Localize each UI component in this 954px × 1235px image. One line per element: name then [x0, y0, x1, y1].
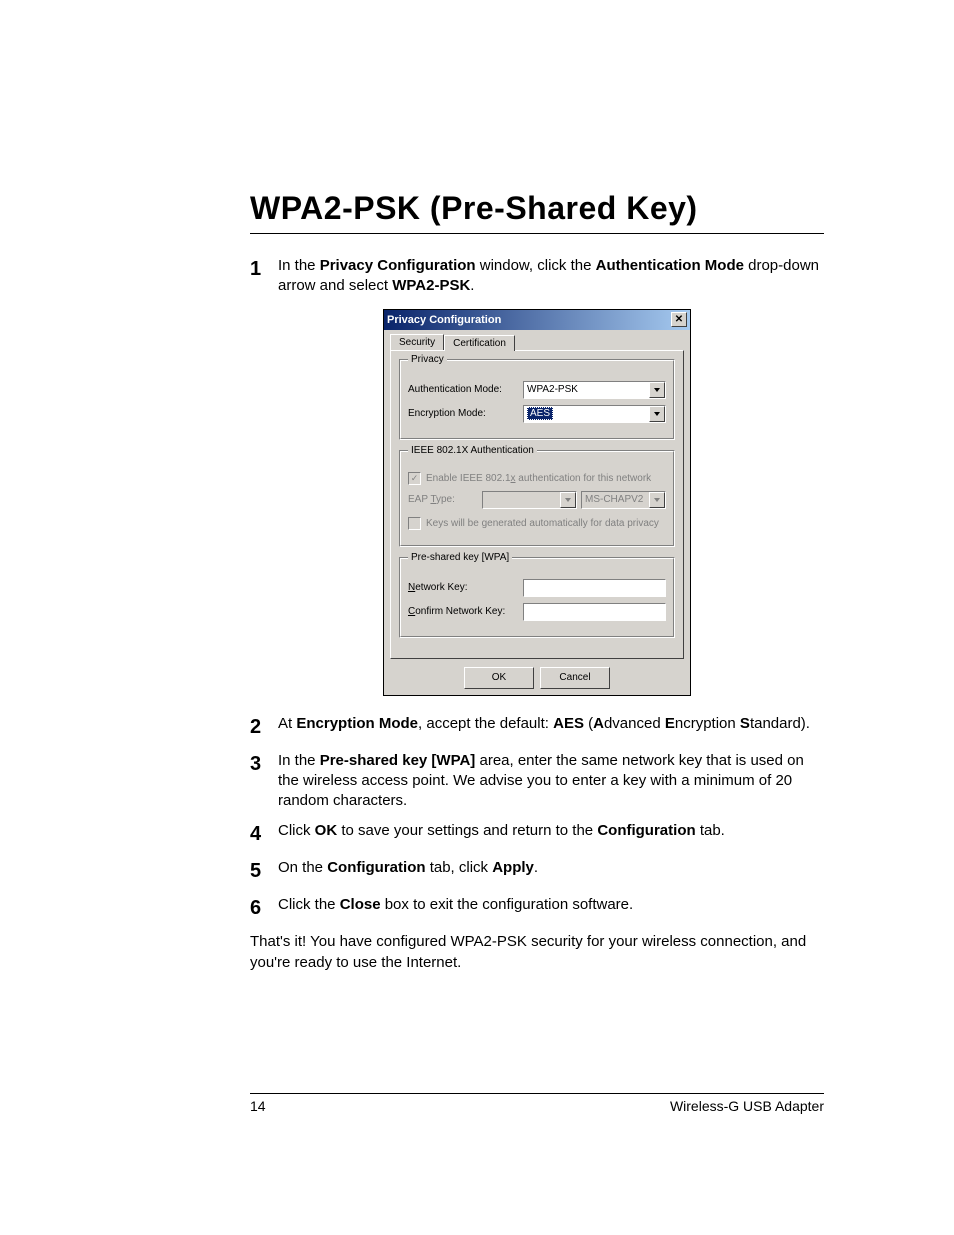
step-3: 3 In the Pre-shared key [WPA] area, ente… [250, 751, 824, 812]
group-psk: Pre-shared key [WPA] Network Key: Confir… [399, 557, 675, 638]
group-ieee: IEEE 802.1X Authentication ✓ Enable IEEE… [399, 450, 675, 547]
chevron-down-icon [560, 492, 576, 508]
chevron-down-icon [649, 492, 665, 508]
confirm-network-key-label: Confirm Network Key: [408, 606, 523, 617]
enable-8021x-label: Enable IEEE 802.1x authentication for th… [426, 473, 651, 484]
product-name: Wireless-G USB Adapter [670, 1098, 824, 1114]
step-6: 6 Click the Close box to exit the config… [250, 895, 824, 922]
chevron-down-icon[interactable] [649, 382, 665, 398]
dialog-title: Privacy Configuration [387, 314, 501, 326]
step-2: 2 At Encryption Mode, accept the default… [250, 714, 824, 741]
eap-subtype-dropdown: MS-CHAPV2 [581, 491, 666, 509]
cancel-button[interactable]: Cancel [540, 667, 610, 689]
autokey-checkbox [408, 517, 421, 530]
encryption-mode-label: Encryption Mode: [408, 408, 523, 419]
close-icon[interactable]: ✕ [671, 312, 687, 327]
tab-security[interactable]: Security [390, 334, 444, 350]
closing-text: That's it! You have configured WPA2-PSK … [250, 932, 824, 973]
chevron-down-icon[interactable] [649, 406, 665, 422]
confirm-network-key-input[interactable] [523, 603, 666, 621]
encryption-mode-dropdown[interactable]: AES [523, 405, 666, 423]
page-footer: 14 Wireless-G USB Adapter [250, 1093, 824, 1114]
autokey-label: Keys will be generated automatically for… [426, 518, 659, 529]
enable-8021x-checkbox: ✓ [408, 472, 421, 485]
privacy-configuration-dialog: Privacy Configuration ✕ Security Certifi… [383, 309, 691, 696]
auth-mode-label: Authentication Mode: [408, 384, 523, 395]
page-number: 14 [250, 1098, 266, 1114]
step-1: 1 In the Privacy Configuration window, c… [250, 256, 824, 297]
page-title: WPA2-PSK (Pre-Shared Key) [250, 190, 824, 234]
auth-mode-dropdown[interactable]: WPA2-PSK [523, 381, 666, 399]
eap-type-label: EAP Type: [408, 494, 478, 505]
network-key-label: Network Key: [408, 582, 523, 593]
group-privacy: Privacy Authentication Mode: WPA2-PSK En… [399, 359, 675, 440]
ok-button[interactable]: OK [464, 667, 534, 689]
tab-certification[interactable]: Certification [444, 335, 515, 351]
dialog-titlebar: Privacy Configuration ✕ [384, 310, 690, 330]
network-key-input[interactable] [523, 579, 666, 597]
eap-type-dropdown [482, 491, 577, 509]
step-5: 5 On the Configuration tab, click Apply. [250, 858, 824, 885]
step-4: 4 Click OK to save your settings and ret… [250, 821, 824, 848]
